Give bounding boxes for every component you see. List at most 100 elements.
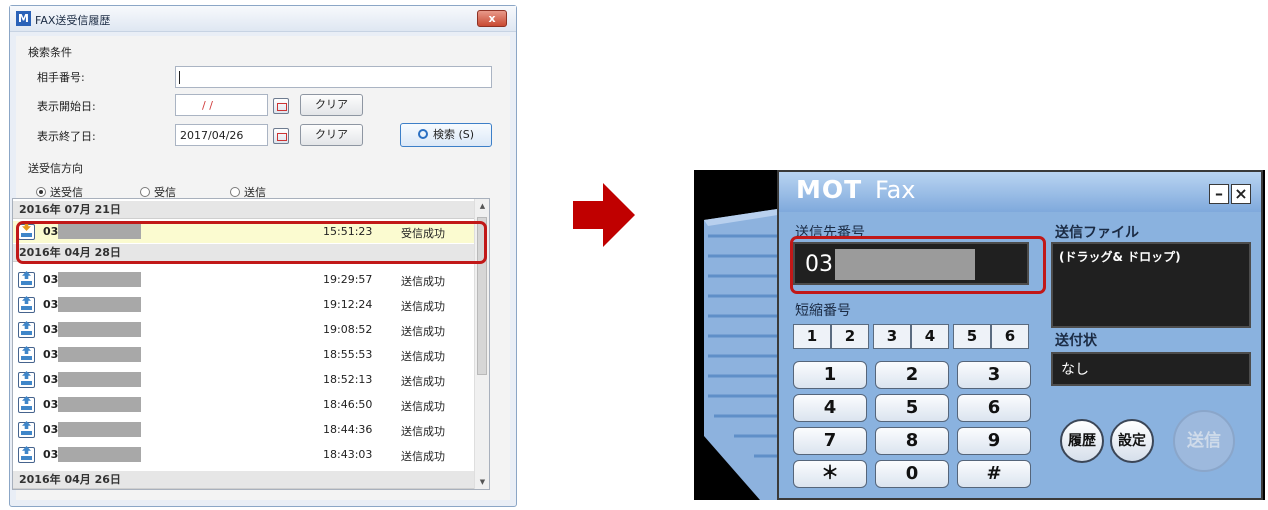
search-group-label: 検索条件 bbox=[28, 46, 72, 59]
keypad-9[interactable]: 9 bbox=[957, 427, 1031, 455]
keypad-2[interactable]: 2 bbox=[875, 361, 949, 389]
start-date-field[interactable]: / / bbox=[175, 94, 268, 116]
keypad-8[interactable]: 8 bbox=[875, 427, 949, 455]
fax-number: 03 bbox=[43, 398, 59, 411]
number-input[interactable] bbox=[175, 66, 492, 88]
send-fax-icon bbox=[18, 297, 35, 313]
table-row[interactable]: 03 18:52:13 送信成功 bbox=[13, 369, 475, 391]
fax-time: 18:43:03 bbox=[323, 448, 373, 461]
send-fax-icon bbox=[18, 397, 35, 413]
redacted-number bbox=[58, 397, 141, 412]
fax-time: 18:55:53 bbox=[323, 348, 373, 361]
direction-group-label: 送受信方向 bbox=[28, 162, 83, 175]
speed-key-1[interactable]: 1 bbox=[793, 324, 831, 349]
table-row[interactable]: 03 19:08:52 送信成功 bbox=[13, 319, 475, 341]
speed-key-3[interactable]: 3 bbox=[873, 324, 911, 349]
clear-end-button[interactable]: クリア bbox=[300, 124, 363, 146]
end-date-label: 表示終了日: bbox=[37, 130, 96, 143]
motfax-title-bar: MOT Fax – × bbox=[779, 172, 1261, 212]
radio-dot-icon bbox=[140, 187, 150, 197]
table-row[interactable]: 03 18:44:36 送信成功 bbox=[13, 419, 475, 441]
right-arrow-icon bbox=[573, 183, 635, 247]
send-fax-icon bbox=[18, 422, 35, 438]
calendar-icon[interactable] bbox=[273, 128, 289, 144]
date-header: 2016年 04月 26日 bbox=[13, 471, 475, 489]
redacted-number bbox=[58, 322, 141, 337]
fax-number: 03 bbox=[43, 423, 59, 436]
fax-time: 18:52:13 bbox=[323, 373, 373, 386]
fax-time: 19:12:24 bbox=[323, 298, 373, 311]
settings-button[interactable]: 設定 bbox=[1110, 419, 1154, 463]
table-row[interactable]: 03 19:12:24 送信成功 bbox=[13, 294, 475, 316]
keypad-6[interactable]: 6 bbox=[957, 394, 1031, 422]
fax-time: 19:29:57 bbox=[323, 273, 373, 286]
calendar-icon[interactable] bbox=[273, 98, 289, 114]
search-button-label: 検索 (S) bbox=[432, 128, 475, 141]
highlight-box bbox=[790, 236, 1046, 294]
send-button[interactable]: 送信 bbox=[1173, 410, 1235, 472]
send-fax-icon bbox=[18, 272, 35, 288]
table-row[interactable]: 03 18:55:53 送信成功 bbox=[13, 344, 475, 366]
scroll-down-icon[interactable]: ▼ bbox=[475, 475, 489, 489]
app-icon: M bbox=[16, 11, 31, 26]
speed-key-6[interactable]: 6 bbox=[991, 324, 1029, 349]
fax-number: 03 bbox=[43, 273, 59, 286]
send-fax-icon bbox=[18, 347, 35, 363]
cover-sheet-label: 送付状 bbox=[1055, 333, 1097, 349]
fax-status: 送信成功 bbox=[401, 275, 445, 288]
minimize-button[interactable]: – bbox=[1209, 184, 1229, 204]
keypad-star[interactable]: ＊ bbox=[793, 460, 867, 488]
fax-number: 03 bbox=[43, 373, 59, 386]
cover-sheet-field[interactable]: なし bbox=[1051, 352, 1251, 386]
fax-status: 送信成功 bbox=[401, 375, 445, 388]
fax-status: 送信成功 bbox=[401, 450, 445, 463]
highlight-box bbox=[16, 221, 487, 264]
search-button[interactable]: 検索 (S) bbox=[400, 123, 492, 147]
radio-dot-icon bbox=[230, 187, 240, 197]
fax-status: 送信成功 bbox=[401, 300, 445, 313]
fax-number: 03 bbox=[43, 323, 59, 336]
redacted-number bbox=[58, 422, 141, 437]
table-row[interactable]: 03 19:29:57 送信成功 bbox=[13, 269, 475, 291]
redacted-number bbox=[58, 372, 141, 387]
clear-start-button[interactable]: クリア bbox=[300, 94, 363, 116]
speed-key-5[interactable]: 5 bbox=[953, 324, 991, 349]
keypad-3[interactable]: 3 bbox=[957, 361, 1031, 389]
speed-key-2[interactable]: 2 bbox=[831, 324, 869, 349]
keypad-0[interactable]: 0 bbox=[875, 460, 949, 488]
speed-key-4[interactable]: 4 bbox=[911, 324, 949, 349]
send-file-dropzone[interactable]: (ドラッグ& ドロップ) bbox=[1051, 242, 1251, 328]
keypad-1[interactable]: 1 bbox=[793, 361, 867, 389]
fax-time: 19:08:52 bbox=[323, 323, 373, 336]
search-icon bbox=[417, 129, 428, 139]
history-button[interactable]: 履歴 bbox=[1060, 419, 1104, 463]
send-fax-icon bbox=[18, 372, 35, 388]
end-date-field[interactable]: 2017/04/26 bbox=[175, 124, 268, 146]
fax-time: 18:46:50 bbox=[323, 398, 373, 411]
send-fax-icon bbox=[18, 447, 35, 463]
fax-status: 送信成功 bbox=[401, 425, 445, 438]
fax-number: 03 bbox=[43, 448, 59, 461]
start-date-label: 表示開始日: bbox=[37, 100, 96, 113]
motfax-panel: MOT Fax – × 送信先番号 03 短縮番号 1 2 3 4 5 6 1 … bbox=[777, 170, 1263, 500]
close-button[interactable]: x bbox=[477, 10, 507, 27]
date-header: 2016年 07月 21日 bbox=[13, 201, 475, 219]
brand-sub: Fax bbox=[875, 176, 916, 204]
table-row[interactable]: 03 18:46:50 送信成功 bbox=[13, 394, 475, 416]
redacted-number bbox=[58, 272, 141, 287]
redacted-number bbox=[58, 347, 141, 362]
keypad-7[interactable]: 7 bbox=[793, 427, 867, 455]
dropzone-hint: (ドラッグ& ドロップ) bbox=[1059, 250, 1181, 264]
fax-status: 送信成功 bbox=[401, 400, 445, 413]
close-button[interactable]: × bbox=[1231, 184, 1251, 204]
scroll-up-icon[interactable]: ▲ bbox=[475, 199, 489, 213]
keypad-5[interactable]: 5 bbox=[875, 394, 949, 422]
number-label: 相手番号: bbox=[37, 71, 85, 84]
keypad-hash[interactable]: # bbox=[957, 460, 1031, 488]
redacted-number bbox=[58, 297, 141, 312]
keypad-4[interactable]: 4 bbox=[793, 394, 867, 422]
table-row[interactable]: 03 18:43:03 送信成功 bbox=[13, 444, 475, 466]
cover-sheet-value: なし bbox=[1061, 362, 1089, 378]
fax-status: 送信成功 bbox=[401, 350, 445, 363]
side-wing-decoration bbox=[704, 208, 784, 500]
